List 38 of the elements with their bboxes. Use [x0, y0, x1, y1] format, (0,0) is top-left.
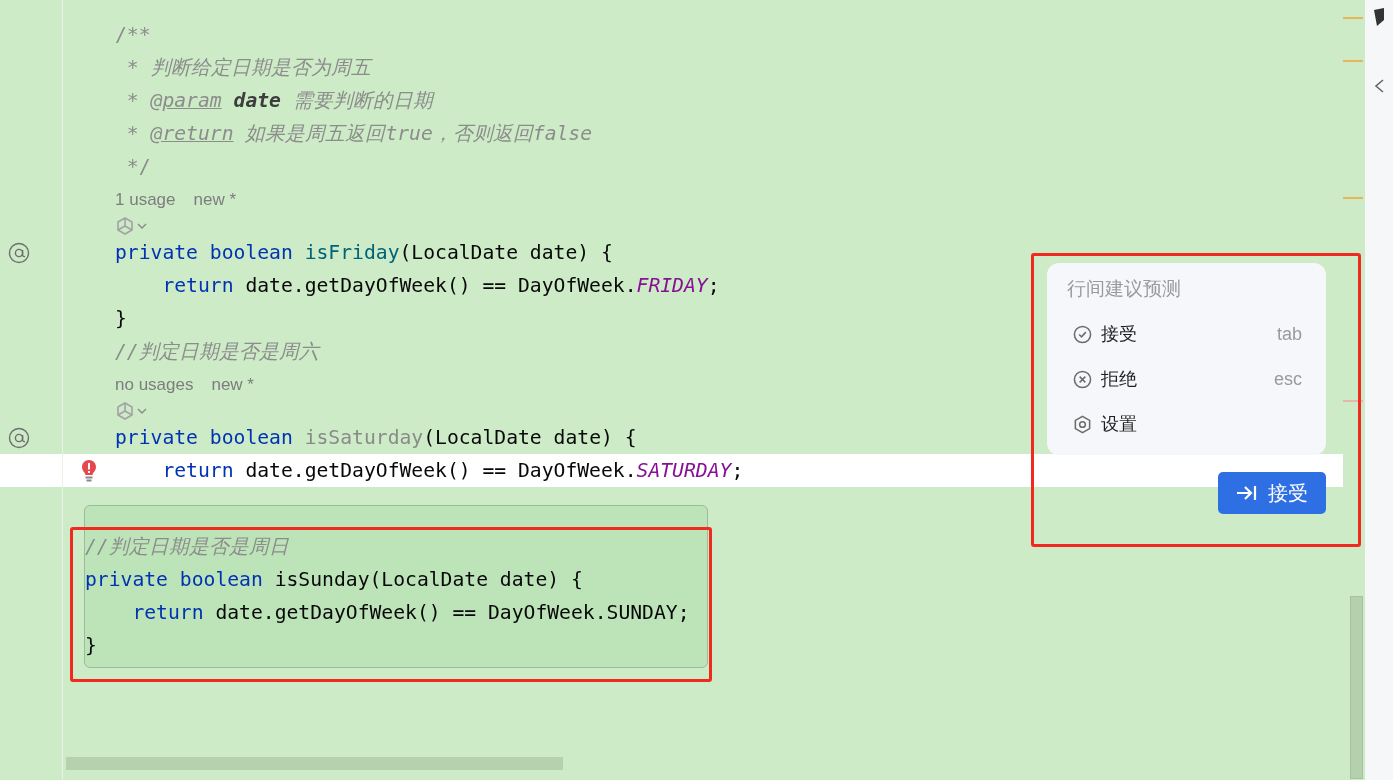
code-line: * @param date 需要判断的日期 [125, 90, 433, 111]
horizontal-scrollbar[interactable] [66, 757, 563, 770]
suggested-code-line: } [85, 635, 97, 656]
tab-arrow-icon [1236, 485, 1258, 501]
code-line: return date.getDayOfWeek() == DayOfWeek.FRIDAY; [161, 275, 720, 296]
panel-menu-item[interactable]: 接受 tab [1067, 320, 1306, 348]
accept-button[interactable]: 接受 [1218, 472, 1326, 514]
warning-stripe [1343, 60, 1363, 62]
chevron-left-icon[interactable] [1373, 78, 1385, 94]
warning-stripe [1343, 197, 1363, 199]
suggested-code-line: //判定日期是否是周日 [85, 536, 289, 557]
code-line: //判定日期是否是周六 [115, 341, 319, 362]
override-marker-icon[interactable] [8, 241, 30, 264]
check-circle-icon [1073, 324, 1092, 344]
usage-hint[interactable]: 1 usage [115, 186, 176, 213]
panel-title: 行间建议预测 [1067, 277, 1182, 301]
panel-menu-item[interactable]: 设置 [1067, 410, 1306, 438]
code-line: private boolean isFriday(LocalDate date) { [115, 242, 613, 263]
suggested-code-line: private boolean isSunday(LocalDate date) { [85, 569, 583, 590]
error-bulb-icon[interactable] [81, 458, 97, 483]
override-marker-icon[interactable] [8, 426, 30, 449]
code-line: } [115, 308, 127, 329]
panel-menu-item[interactable]: 拒绝 esc [1067, 365, 1306, 393]
suggested-code-line: return date.getDayOfWeek() == DayOfWeek.SUNDAY; [131, 602, 690, 623]
code-line: * 判断给定日期是否为周五 [125, 57, 371, 78]
code-line: return date.getDayOfWeek() == DayOfWeek.SATURDAY; [161, 460, 744, 481]
code-line: */ [125, 156, 151, 177]
status-hint[interactable]: new * [211, 371, 254, 398]
error-stripe [1343, 400, 1363, 402]
status-hint[interactable]: new * [193, 186, 237, 213]
code-line: * @return 如果是周五返回true，否则返回false [125, 123, 593, 144]
code-line: private boolean isSaturday(LocalDate date) { [115, 427, 637, 448]
code-line: /** [115, 24, 151, 45]
scrollbar-thumb[interactable] [1350, 596, 1363, 779]
close-circle-icon [1073, 369, 1092, 389]
usage-hint[interactable]: no usages [115, 371, 194, 398]
settings-icon [1073, 414, 1092, 434]
warning-stripe [1343, 17, 1363, 19]
